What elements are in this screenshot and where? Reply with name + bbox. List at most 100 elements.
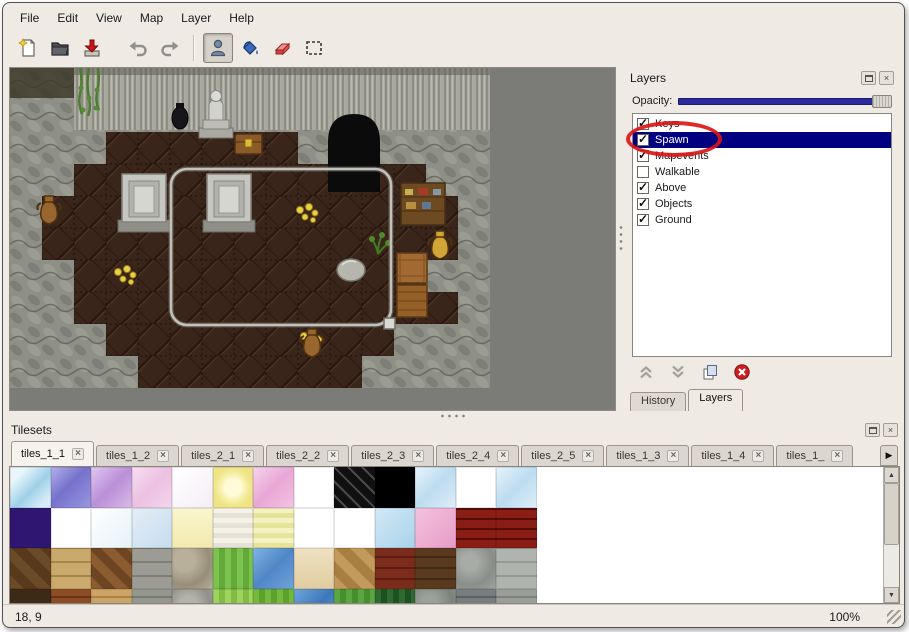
- open-button[interactable]: [45, 33, 75, 63]
- menu-edit[interactable]: Edit: [48, 8, 87, 28]
- select-tool-button[interactable]: [299, 33, 329, 63]
- tileset-tile[interactable]: [172, 467, 213, 508]
- tileset-tile[interactable]: [51, 508, 92, 549]
- tileset-tile[interactable]: [415, 589, 456, 605]
- tileset-tile[interactable]: [51, 467, 92, 508]
- layer-row-walkable[interactable]: Walkable: [633, 164, 891, 180]
- tileset-tile[interactable]: [253, 508, 294, 549]
- layer-visibility-checkbox[interactable]: [637, 166, 649, 178]
- scroll-down-button[interactable]: ▼: [884, 587, 899, 603]
- tileset-tile[interactable]: [375, 467, 416, 508]
- scroll-up-button[interactable]: ▲: [884, 467, 899, 483]
- scrollbar-thumb[interactable]: [884, 483, 899, 545]
- layer-row-keys[interactable]: Keys: [633, 116, 891, 132]
- layer-visibility-checkbox[interactable]: [637, 214, 649, 226]
- layer-visibility-checkbox[interactable]: [637, 150, 649, 162]
- tileset-tile[interactable]: [132, 589, 173, 605]
- tileset-tile[interactable]: [172, 589, 213, 605]
- tileset-grid[interactable]: [10, 467, 537, 604]
- tileset-tile[interactable]: [10, 508, 51, 549]
- tileset-tab[interactable]: tiles_1_2×: [96, 445, 179, 466]
- tileset-tile[interactable]: [172, 548, 213, 589]
- tileset-tab[interactable]: tiles_1_4×: [691, 445, 774, 466]
- tileset-tile[interactable]: [213, 589, 254, 605]
- tileset-tile[interactable]: [132, 548, 173, 589]
- layer-visibility-checkbox[interactable]: [637, 134, 649, 146]
- tileset-tile[interactable]: [415, 548, 456, 589]
- menu-view[interactable]: View: [87, 8, 131, 28]
- layer-visibility-checkbox[interactable]: [637, 198, 649, 210]
- menu-help[interactable]: Help: [220, 8, 263, 28]
- tab-close-icon[interactable]: ×: [327, 450, 339, 462]
- raise-layer-button[interactable]: [634, 361, 658, 383]
- lower-layer-button[interactable]: [666, 361, 690, 383]
- tab-close-icon[interactable]: ×: [582, 450, 594, 462]
- tileset-tile[interactable]: [253, 548, 294, 589]
- tab-close-icon[interactable]: ×: [752, 450, 764, 462]
- tileset-tile[interactable]: [91, 548, 132, 589]
- delete-layer-button[interactable]: [730, 361, 754, 383]
- new-file-button[interactable]: [13, 33, 43, 63]
- fill-tool-button[interactable]: [235, 33, 265, 63]
- tileset-tile[interactable]: [334, 548, 375, 589]
- resize-grip[interactable]: [887, 610, 901, 624]
- layer-visibility-checkbox[interactable]: [637, 182, 649, 194]
- undo-button[interactable]: [123, 33, 153, 63]
- layer-row-spawn[interactable]: Spawn: [633, 132, 891, 148]
- tileset-tile[interactable]: [415, 508, 456, 549]
- tileset-tab[interactable]: tiles_2_2×: [266, 445, 349, 466]
- tileset-tile[interactable]: [213, 508, 254, 549]
- tileset-tile[interactable]: [213, 548, 254, 589]
- float-panel-button[interactable]: [865, 423, 880, 437]
- tileset-tile[interactable]: [51, 548, 92, 589]
- layer-visibility-checkbox[interactable]: [637, 118, 649, 130]
- eraser-tool-button[interactable]: [267, 33, 297, 63]
- tileset-tile[interactable]: [456, 467, 497, 508]
- tileset-tile[interactable]: [51, 589, 92, 605]
- tab-close-icon[interactable]: ×: [72, 448, 84, 460]
- layer-row-ground[interactable]: Ground: [633, 212, 891, 228]
- duplicate-layer-button[interactable]: [698, 361, 722, 383]
- map-canvas[interactable]: [10, 68, 492, 390]
- tileset-tile[interactable]: [456, 548, 497, 589]
- stamp-tool-button[interactable]: [203, 33, 233, 63]
- horizontal-splitter[interactable]: [3, 411, 904, 420]
- tab-close-icon[interactable]: ×: [412, 450, 424, 462]
- tab-history[interactable]: History: [630, 392, 686, 411]
- layer-row-mapevents[interactable]: Mapevents: [633, 148, 891, 164]
- tab-close-icon[interactable]: ×: [242, 450, 254, 462]
- tileset-tile[interactable]: [253, 589, 294, 605]
- tileset-tile[interactable]: [294, 467, 335, 508]
- tileset-tile[interactable]: [415, 467, 456, 508]
- save-button[interactable]: [77, 33, 107, 63]
- tileset-tile[interactable]: [456, 508, 497, 549]
- tileset-tile[interactable]: [91, 508, 132, 549]
- close-panel-button[interactable]: ×: [883, 423, 898, 437]
- tileset-tile[interactable]: [294, 508, 335, 549]
- opacity-slider[interactable]: [678, 94, 892, 109]
- tab-close-icon[interactable]: ×: [497, 450, 509, 462]
- tileset-scrollbar[interactable]: ▲ ▼: [883, 467, 899, 603]
- tileset-tile[interactable]: [496, 548, 537, 589]
- tileset-tile[interactable]: [172, 508, 213, 549]
- tileset-tile[interactable]: [294, 548, 335, 589]
- tileset-tile[interactable]: [132, 467, 173, 508]
- tileset-tile[interactable]: [496, 508, 537, 549]
- tileset-tile[interactable]: [10, 467, 51, 508]
- selection-resize-handle[interactable]: [384, 318, 395, 329]
- tileset-tile[interactable]: [10, 548, 51, 589]
- tileset-tile[interactable]: [456, 589, 497, 605]
- tab-layers[interactable]: Layers: [688, 389, 743, 411]
- opacity-slider-handle[interactable]: [872, 95, 892, 108]
- tileset-tile[interactable]: [91, 589, 132, 605]
- tab-close-icon[interactable]: ×: [667, 450, 679, 462]
- menu-map[interactable]: Map: [131, 8, 172, 28]
- opacity-slider-track[interactable]: [678, 98, 876, 105]
- tileset-tab[interactable]: tiles_2_4×: [436, 445, 519, 466]
- menu-layer[interactable]: Layer: [172, 8, 220, 28]
- tileset-tile[interactable]: [496, 589, 537, 605]
- tileset-tile[interactable]: [496, 467, 537, 508]
- menu-file[interactable]: File: [11, 8, 48, 28]
- tileset-tile[interactable]: [334, 467, 375, 508]
- tab-close-icon[interactable]: ×: [157, 450, 169, 462]
